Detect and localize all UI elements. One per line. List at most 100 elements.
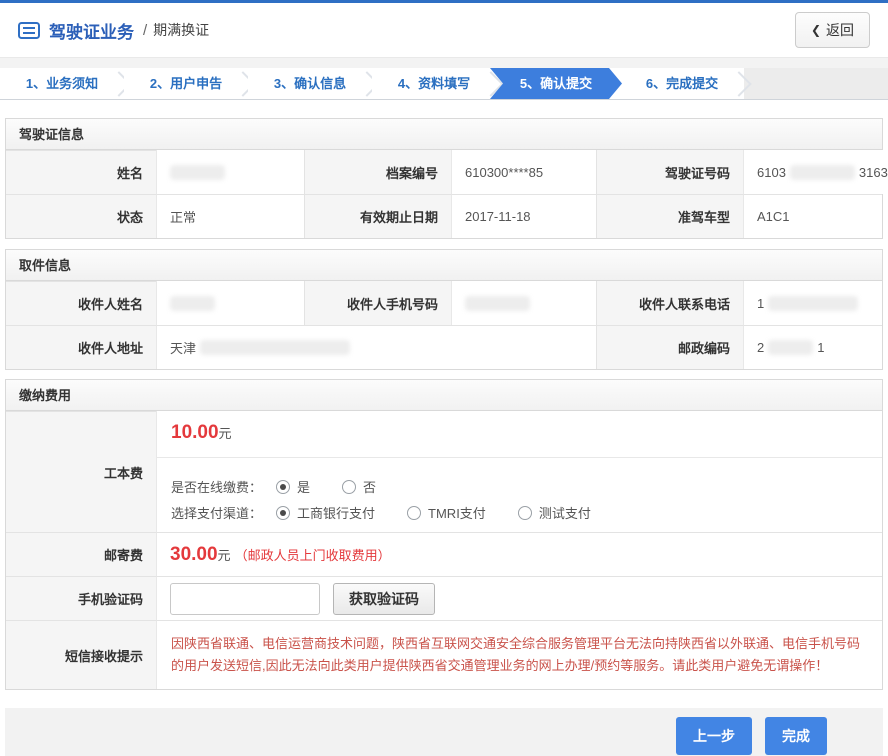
postal-code-value: 2 1	[743, 325, 882, 369]
status-label: 状态	[6, 194, 156, 238]
fee-divider	[157, 457, 882, 458]
license-no-prefix: 6103	[757, 165, 786, 180]
vehicle-class-value: A1C1	[743, 194, 882, 238]
step-4-fill-materials[interactable]: 4、资料填写	[372, 68, 496, 99]
back-button-label: 返回	[826, 20, 854, 40]
page-title: 驾驶证业务	[49, 18, 134, 43]
radio-channel-icbc[interactable]: 工商银行支付	[276, 503, 375, 522]
recipient-phone-prefix: 1	[757, 296, 764, 311]
recipient-mobile-label: 收件人手机号码	[304, 281, 451, 325]
postal-code-suffix: 1	[817, 340, 824, 355]
license-info-panel: 驾驶证信息 姓名 档案编号 610300****85 驾驶证号码 6103 31…	[5, 118, 883, 239]
redacted-license-no	[790, 165, 855, 180]
mailing-fee-unit: 元	[218, 545, 231, 564]
mailing-fee-label: 邮寄费	[6, 532, 156, 576]
online-payment-question-line: 是否在线缴费： 是 否	[171, 477, 868, 496]
postal-code-prefix: 2	[757, 340, 764, 355]
license-no-label: 驾驶证号码	[596, 150, 743, 194]
license-no-suffix: 3163X	[859, 165, 888, 180]
recipient-address-value: 天津	[156, 325, 596, 369]
pickup-info-panel: 取件信息 收件人姓名 收件人手机号码 收件人联系电话 1 收件人地址 天津 邮政…	[5, 249, 883, 370]
redacted-recipient-phone	[768, 296, 858, 311]
redacted-postal-code	[768, 340, 813, 355]
radio-selected-icon[interactable]	[276, 506, 290, 520]
finish-button[interactable]: 完成	[765, 717, 827, 755]
sms-notice-label: 短信接收提示	[6, 620, 156, 689]
name-label: 姓名	[6, 150, 156, 194]
step-wizard: 1、业务须知 2、用户申告 3、确认信息 4、资料填写 5、确认提交 6、完成提…	[0, 68, 888, 100]
name-value	[156, 150, 304, 194]
mailing-fee-value: 30.00元 （邮政人员上门收取费用）	[156, 532, 882, 576]
mailing-fee-note: （邮政人员上门收取费用）	[235, 545, 391, 564]
recipient-phone-value: 1	[743, 281, 882, 325]
pickup-info-row-1: 收件人姓名 收件人手机号码 收件人联系电话 1	[6, 281, 882, 325]
payment-options: 是否在线缴费： 是 否 选择支付渠道： 工商银行支付	[157, 462, 882, 532]
back-chevron-icon: ❮	[811, 23, 821, 37]
radio-unselected-icon[interactable]	[518, 506, 532, 520]
step-2-user-declaration[interactable]: 2、用户申告	[124, 68, 248, 99]
step-bar-filler	[744, 68, 888, 99]
back-button[interactable]: ❮ 返回	[795, 12, 870, 48]
recipient-phone-label: 收件人联系电话	[596, 281, 743, 325]
radio-channel-icbc-label: 工商银行支付	[297, 503, 375, 522]
radio-unselected-icon[interactable]	[342, 480, 356, 494]
recipient-address-prefix: 天津	[170, 338, 196, 357]
pickup-info-title: 取件信息	[6, 250, 882, 281]
recipient-name-label: 收件人姓名	[6, 281, 156, 325]
radio-online-no[interactable]: 否	[342, 477, 376, 496]
page-header: 驾驶证业务 / 期满换证 ❮ 返回	[0, 3, 888, 57]
production-fee-unit: 元	[219, 426, 232, 441]
radio-online-no-label: 否	[363, 477, 376, 496]
vehicle-class-label: 准驾车型	[596, 194, 743, 238]
license-info-row-1: 姓名 档案编号 610300****85 驾驶证号码 6103 3163X	[6, 150, 882, 194]
payment-channel-question: 选择支付渠道：	[171, 503, 262, 522]
mailing-fee-row: 邮寄费 30.00元 （邮政人员上门收取费用）	[6, 532, 882, 576]
redacted-name	[170, 165, 225, 180]
expiry-label: 有效期止日期	[304, 194, 451, 238]
license-business-icon	[18, 22, 40, 39]
pickup-info-row-2: 收件人地址 天津 邮政编码 2 1	[6, 325, 882, 369]
radio-channel-test[interactable]: 测试支付	[518, 503, 591, 522]
production-fee-amount-line: 10.00元	[157, 411, 882, 453]
step-3-confirm-info[interactable]: 3、确认信息	[248, 68, 372, 99]
step-5-confirm-submit-active[interactable]: 5、确认提交	[490, 68, 622, 99]
recipient-address-label: 收件人地址	[6, 325, 156, 369]
step-1-business-notice[interactable]: 1、业务须知	[0, 68, 124, 99]
radio-online-yes[interactable]: 是	[276, 477, 310, 496]
radio-selected-icon[interactable]	[276, 480, 290, 494]
recipient-mobile-value	[451, 281, 596, 325]
file-no-value: 610300****85	[451, 150, 596, 194]
previous-step-button[interactable]: 上一步	[676, 717, 752, 755]
radio-channel-test-label: 测试支付	[539, 503, 591, 522]
license-no-value: 6103 3163X	[743, 150, 888, 194]
radio-channel-tmri-label: TMRI支付	[428, 503, 486, 522]
sms-code-row: 手机验证码 获取验证码	[6, 576, 882, 620]
redacted-recipient-address	[200, 340, 350, 355]
fees-title: 缴纳费用	[6, 380, 882, 411]
sms-code-value: 获取验证码	[156, 576, 882, 620]
file-no-label: 档案编号	[304, 150, 451, 194]
breadcrumb-current: 期满换证	[153, 20, 209, 40]
breadcrumb-separator: /	[143, 22, 147, 39]
online-payment-question: 是否在线缴费：	[171, 477, 262, 496]
header-divider-band	[0, 57, 888, 68]
mailing-fee-amount: 30.00	[170, 544, 218, 566]
sms-notice-text: 因陕西省联通、电信运营商技术问题，陕西省互联网交通安全综合服务管理平台无法向持陕…	[156, 620, 882, 689]
sms-code-input[interactable]	[170, 583, 320, 615]
production-fee-amount: 10.00	[171, 422, 219, 443]
expiry-value: 2017-11-18	[451, 194, 596, 238]
license-info-title: 驾驶证信息	[6, 119, 882, 150]
fees-panel: 缴纳费用 工本费 10.00元 是否在线缴费： 是 否	[5, 379, 883, 690]
postal-code-label: 邮政编码	[596, 325, 743, 369]
step-6-complete-submit[interactable]: 6、完成提交	[620, 68, 744, 99]
sms-notice-row: 短信接收提示 因陕西省联通、电信运营商技术问题，陕西省互联网交通安全综合服务管理…	[6, 620, 882, 689]
radio-channel-tmri[interactable]: TMRI支付	[407, 503, 486, 522]
production-fee-label: 工本费	[6, 411, 156, 532]
footer-action-bar: 上一步 完成	[5, 708, 883, 756]
production-fee-row: 工本费 10.00元 是否在线缴费： 是 否	[6, 411, 882, 532]
license-info-row-2: 状态 正常 有效期止日期 2017-11-18 准驾车型 A1C1	[6, 194, 882, 238]
radio-unselected-icon[interactable]	[407, 506, 421, 520]
recipient-name-value	[156, 281, 304, 325]
get-sms-code-button[interactable]: 获取验证码	[333, 583, 435, 615]
sms-code-label: 手机验证码	[6, 576, 156, 620]
